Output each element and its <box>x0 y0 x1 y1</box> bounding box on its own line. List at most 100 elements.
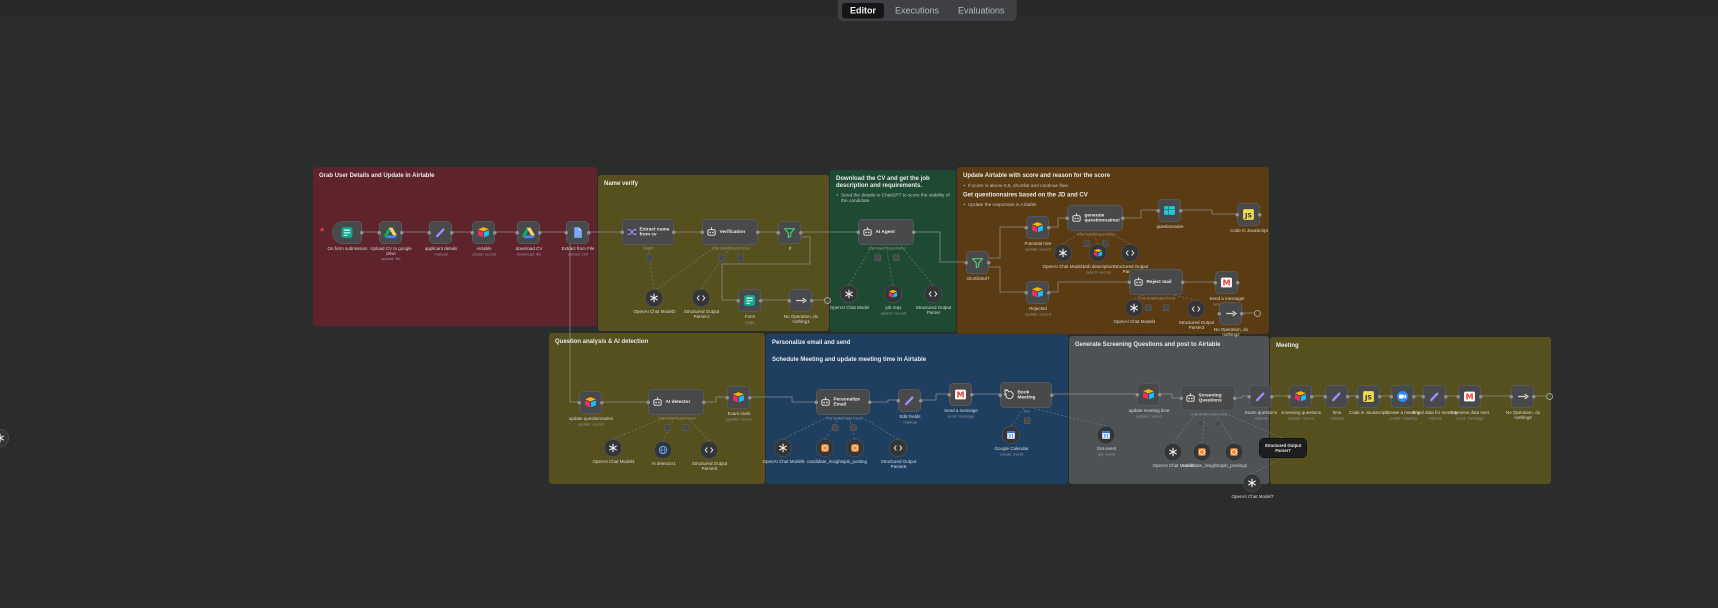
openai-chat-model3-node[interactable]: OpenAI Chat Model3 <box>604 439 622 457</box>
rejected-node[interactable]: Rejectedupdate: record <box>1026 281 1049 304</box>
output-port[interactable] <box>1479 395 1483 399</box>
output-port[interactable] <box>450 231 454 235</box>
structured-output-parser5-node[interactable]: Structured Output Parser5 <box>700 441 718 459</box>
shortlisted-node[interactable]: shortlisted? <box>966 251 989 274</box>
potential-hire-node[interactable]: Potential Hireupdate: record <box>1026 216 1049 239</box>
port-connector[interactable] <box>1197 421 1204 428</box>
input-port[interactable] <box>737 299 741 303</box>
openai-chat-model2-node[interactable]: OpenAI Chat Model2 <box>645 289 663 307</box>
output-port[interactable] <box>538 231 542 235</box>
input-port[interactable] <box>726 396 730 400</box>
input-port[interactable] <box>1180 396 1184 400</box>
output-port[interactable] <box>970 393 974 397</box>
output-port[interactable] <box>1233 396 1237 400</box>
port-connector[interactable] <box>664 425 671 432</box>
input-port[interactable] <box>1128 280 1132 284</box>
port-connector[interactable] <box>1215 421 1222 428</box>
input-port[interactable] <box>1214 281 1218 285</box>
port-connector[interactable] <box>737 255 744 262</box>
output-port[interactable] <box>672 230 676 234</box>
output-port[interactable] <box>810 299 814 303</box>
generate-questionnaires-node[interactable]: generate questionnaires!Chat Model*Outpu… <box>1067 205 1123 231</box>
on-form-submission-node[interactable]: On form submission <box>332 221 362 244</box>
output-port[interactable] <box>1270 395 1274 399</box>
download-cv-node[interactable]: download CVdownload: file <box>517 221 540 244</box>
openai-chat-model4-node[interactable]: OpenAI Chat Model4 <box>1125 299 1143 317</box>
input-port[interactable] <box>1157 209 1161 213</box>
ai-detector1-node[interactable]: AI detector1 <box>654 441 672 459</box>
get-event-node[interactable]: 31Get eventget: event <box>1097 426 1115 444</box>
port-connector[interactable] <box>1083 241 1090 248</box>
input-port[interactable] <box>378 231 382 235</box>
input-port[interactable] <box>1288 395 1292 399</box>
output-port[interactable] <box>756 230 760 234</box>
port-connector[interactable] <box>850 425 857 432</box>
input-port[interactable] <box>701 230 705 234</box>
airtable-node[interactable]: Airtablecreate: record <box>472 221 495 244</box>
tab-evaluations[interactable]: Evaluations <box>950 3 1013 19</box>
port-connector[interactable] <box>1145 305 1152 312</box>
tab-executions[interactable]: Executions <box>887 3 947 19</box>
code-in-javascript-node[interactable]: JSCode in JavaScript <box>1237 203 1260 226</box>
structured-output-parser2-node[interactable]: Structured Output Parser2 <box>1121 244 1139 262</box>
verification-node[interactable]: VerificationChat Model*Output Parser <box>702 219 758 245</box>
reject-mail-node[interactable]: Reject mailChat Model*Output Parser <box>1129 269 1183 295</box>
input-port[interactable] <box>1356 395 1360 399</box>
structured-output-parser1-node[interactable]: Structured Output Parser1 <box>692 289 710 307</box>
if-node[interactable]: If <box>778 221 801 244</box>
output-port[interactable] <box>360 231 364 235</box>
port-connector[interactable] <box>874 255 881 262</box>
node-node[interactable] <box>0 429 9 447</box>
job-description-node[interactable]: Job descriptionsearch: record <box>1089 244 1107 262</box>
extract-name-from-cv-node[interactable]: Extract name from cvModel* <box>622 219 674 245</box>
structured-output-parser6-node[interactable]: Structured Output Parser6 <box>889 439 907 457</box>
interview-data-sent-node[interactable]: MInterview data sentsend: message <box>1458 385 1481 408</box>
input-port[interactable] <box>1390 395 1394 399</box>
openai-chat-model7-node[interactable]: OpenAI Chat Model7 <box>1243 474 1261 492</box>
output-port[interactable] <box>799 231 803 235</box>
port-connector[interactable] <box>893 255 900 262</box>
update-meeting-time-node[interactable]: update meeting timeupdate: record <box>1137 383 1160 406</box>
openai-chat-model-node[interactable]: OpenAI Chat Model <box>840 285 858 303</box>
output-port[interactable] <box>1050 393 1054 397</box>
output-port[interactable] <box>400 231 404 235</box>
job-reqs-node[interactable]: job reqssearch: record <box>884 285 902 303</box>
output-port[interactable] <box>1047 226 1051 230</box>
screening-questions-node[interactable]: Screening QuestionsChat Model*Output Par… <box>1181 385 1235 411</box>
time-node[interactable]: timemanual <box>1325 385 1348 408</box>
email-data-for-meeting-node[interactable]: Email data for meetingmanual <box>1423 385 1446 408</box>
port-connector[interactable] <box>832 425 839 432</box>
no-operation-do-nothing3-node[interactable]: No Operation, do nothing3 <box>1511 385 1534 408</box>
send-a-message-node[interactable]: MSend a message!send: message <box>1215 271 1238 294</box>
input-port[interactable] <box>1457 395 1461 399</box>
output-port[interactable] <box>987 261 991 265</box>
input-port[interactable] <box>777 231 781 235</box>
output-port[interactable] <box>1121 216 1125 220</box>
output-port[interactable] <box>1181 280 1185 284</box>
output-port[interactable] <box>493 231 497 235</box>
port-connector[interactable] <box>1163 305 1170 312</box>
input-port[interactable] <box>897 399 901 403</box>
output-port[interactable] <box>702 400 706 404</box>
applicant-details-node[interactable]: applicant detailsmanual <box>429 221 452 244</box>
output-port[interactable] <box>1258 213 1262 217</box>
port-connector[interactable] <box>718 255 725 262</box>
input-port[interactable] <box>578 401 582 405</box>
input-port[interactable] <box>788 299 792 303</box>
questionnaire-node[interactable]: questionnaire <box>1158 199 1181 222</box>
output-port[interactable] <box>868 400 872 404</box>
output-port[interactable] <box>759 299 763 303</box>
input-port[interactable] <box>1136 393 1140 397</box>
form-node[interactable]: Formpage <box>738 289 761 312</box>
workflow-canvas[interactable]: EditorExecutionsEvaluations Grab User De… <box>0 0 1718 608</box>
port-connector[interactable] <box>646 255 653 262</box>
output-port[interactable] <box>1310 395 1314 399</box>
openai-chat-model6-node[interactable]: OpenAI Chat Model6 <box>1164 443 1182 461</box>
input-port[interactable] <box>815 400 819 404</box>
update-questionnaires-node[interactable]: update questionnairesupdate: record <box>579 391 602 414</box>
output-port[interactable] <box>1444 395 1448 399</box>
output-port[interactable] <box>587 231 591 235</box>
personalize-email-node[interactable]: Personalize EmailChat Model*Output Parse… <box>816 389 870 415</box>
port-connector[interactable] <box>683 425 690 432</box>
output-port[interactable] <box>1378 395 1382 399</box>
